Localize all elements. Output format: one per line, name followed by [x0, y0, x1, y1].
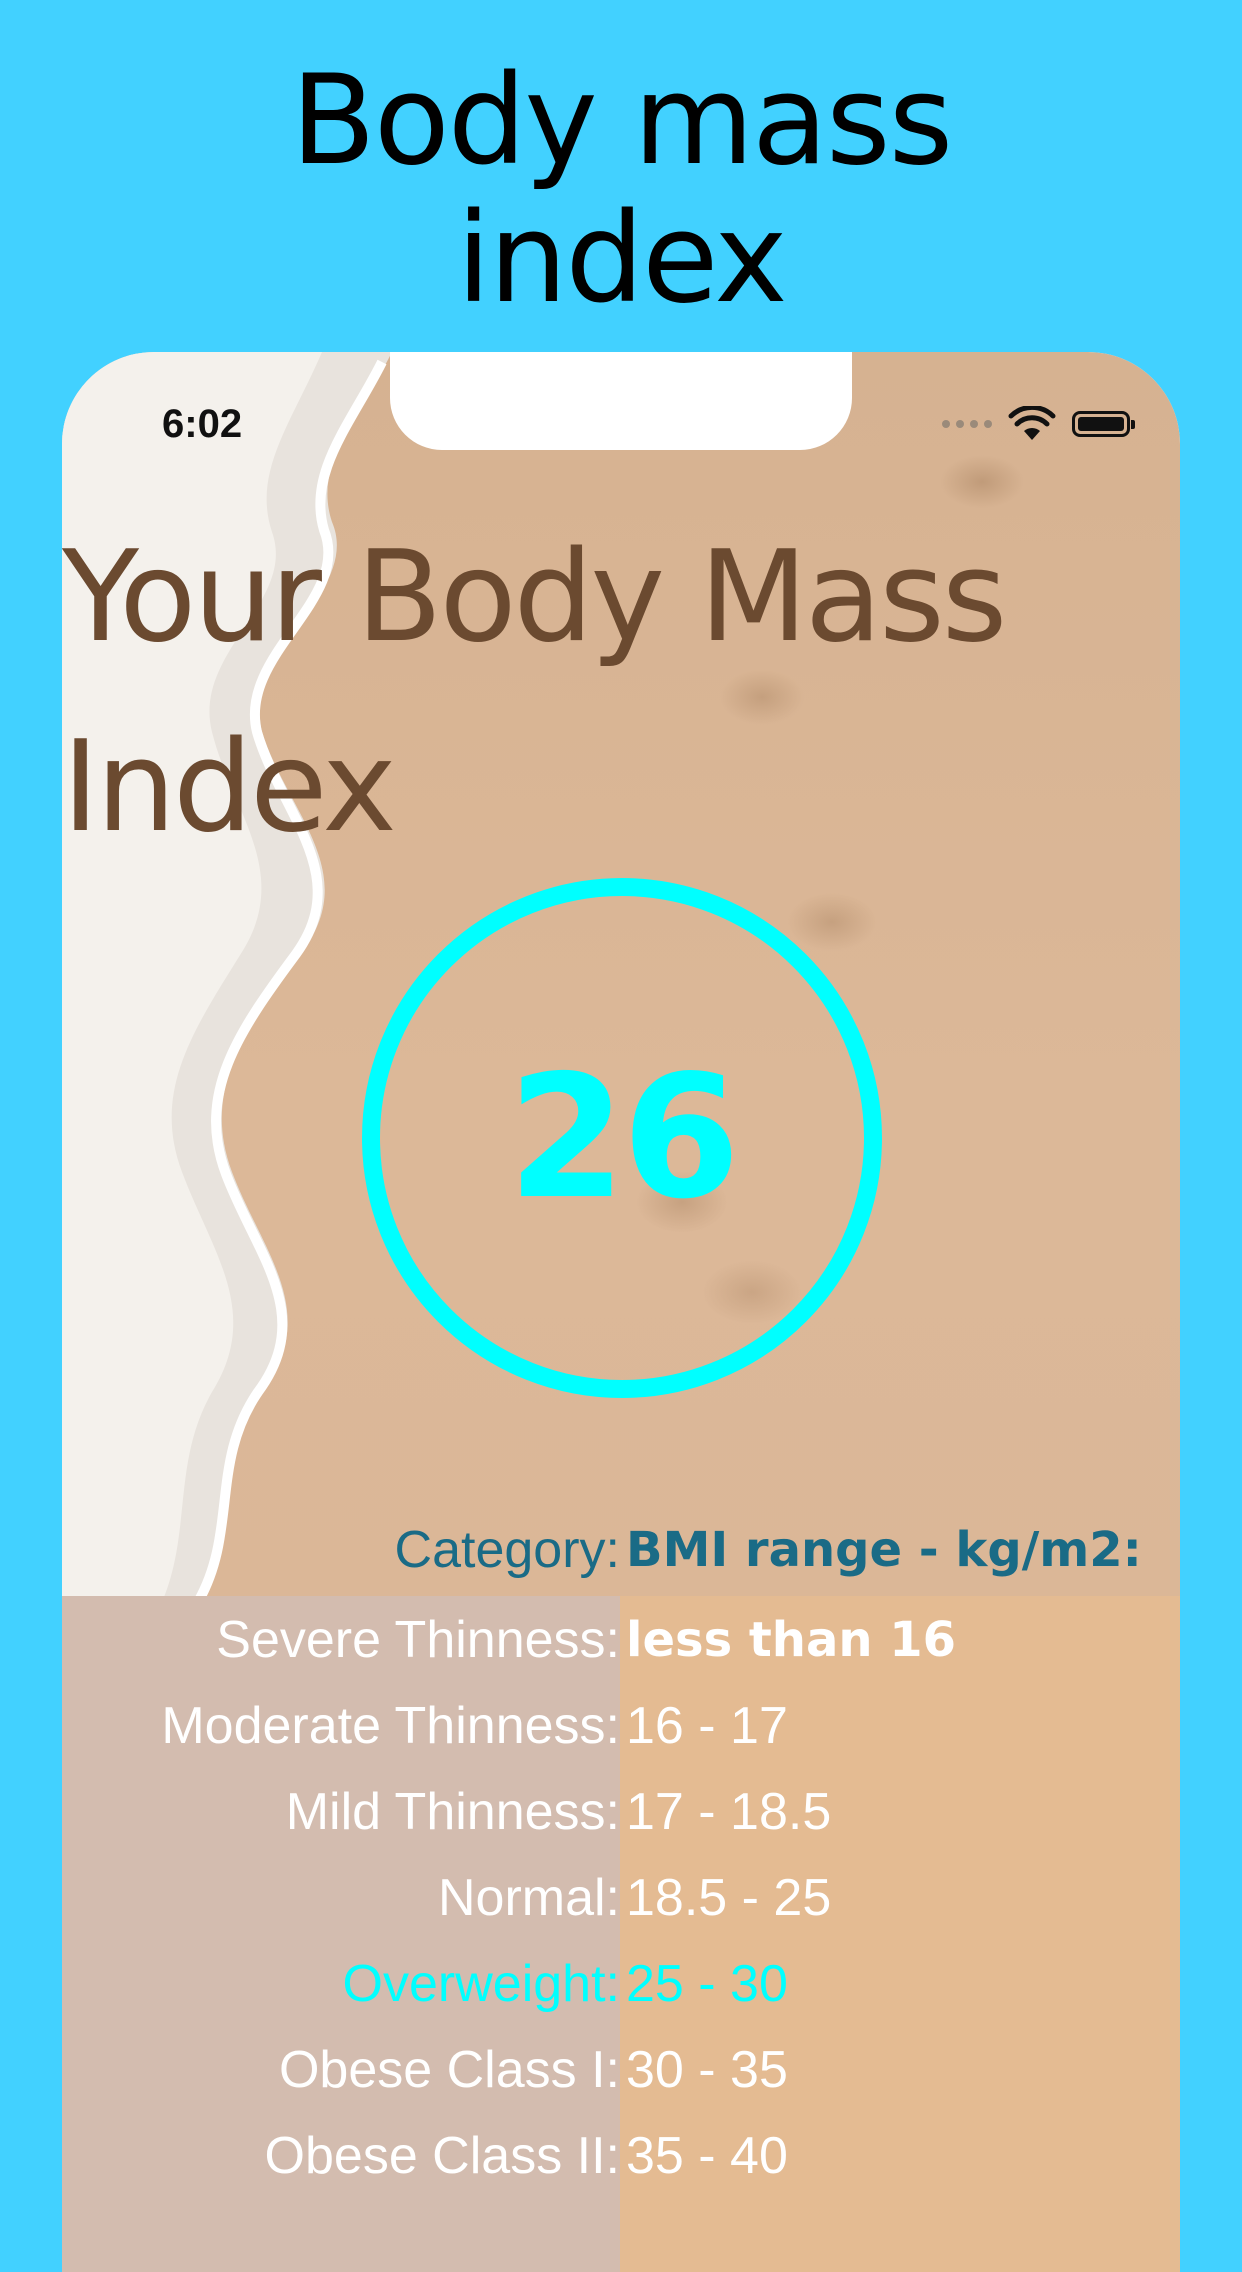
- row-range: 25 - 30: [626, 1955, 788, 2013]
- bmi-table-header: Category: BMI range - kg/m2:: [62, 1512, 1180, 1588]
- row-category: Severe Thinness:: [216, 1611, 620, 1669]
- table-row: Normal: 18.5 - 25: [62, 1858, 1180, 1944]
- row-category: Moderate Thinness:: [161, 1697, 620, 1755]
- row-category: Overweight:: [342, 1955, 620, 2013]
- status-time: 6:02: [162, 402, 243, 446]
- row-range: 17 - 18.5: [626, 1783, 832, 1841]
- battery-icon: [1072, 411, 1135, 437]
- header-range: BMI range - kg/m2:: [626, 1522, 1142, 1578]
- row-category: Normal:: [437, 1869, 620, 1927]
- bmi-result-ring: 26: [362, 878, 882, 1398]
- promo-title-line-1: Body mass: [290, 49, 953, 193]
- promo-title: Body mass index: [0, 52, 1242, 328]
- promo-title-line-2: index: [456, 187, 787, 331]
- bmi-table: Severe Thinness: less than 16 Moderate T…: [62, 1600, 1180, 2202]
- table-row: Obese Class I: 30 - 35: [62, 2030, 1180, 2116]
- table-row: Severe Thinness: less than 16: [62, 1600, 1180, 1686]
- table-row: Mild Thinness: 17 - 18.5: [62, 1772, 1180, 1858]
- screen-title-line-2: Index: [62, 713, 397, 860]
- signal-icon: [942, 420, 992, 428]
- status-icons: [942, 404, 1135, 444]
- screen-title-line-1: Your Body Mass: [62, 523, 1007, 670]
- row-range: 18.5 - 25: [626, 1869, 832, 1927]
- row-category: Mild Thinness:: [285, 1783, 620, 1841]
- bmi-value: 26: [507, 1039, 741, 1237]
- table-row: Obese Class II: 35 - 40: [62, 2116, 1180, 2202]
- camera-notch: [390, 352, 852, 450]
- row-range: less than 16: [626, 1612, 957, 1668]
- row-range: 30 - 35: [626, 2041, 788, 2099]
- row-range: 35 - 40: [626, 2127, 788, 2185]
- wifi-icon: [1008, 406, 1056, 440]
- header-category: Category:: [394, 1521, 620, 1579]
- row-range: 16 - 17: [626, 1697, 788, 1755]
- row-category: Obese Class II:: [264, 2127, 620, 2185]
- table-row-highlighted: Overweight: 25 - 30: [62, 1944, 1180, 2030]
- beach-background: 6:02 Your Body Mass Index 26 Category: B…: [62, 352, 1180, 2272]
- row-category: Obese Class I:: [278, 2041, 620, 2099]
- screen-title: Your Body Mass Index: [62, 502, 1180, 882]
- phone-frame: 6:02 Your Body Mass Index 26 Category: B…: [62, 352, 1180, 2272]
- table-row: Moderate Thinness: 16 - 17: [62, 1686, 1180, 1772]
